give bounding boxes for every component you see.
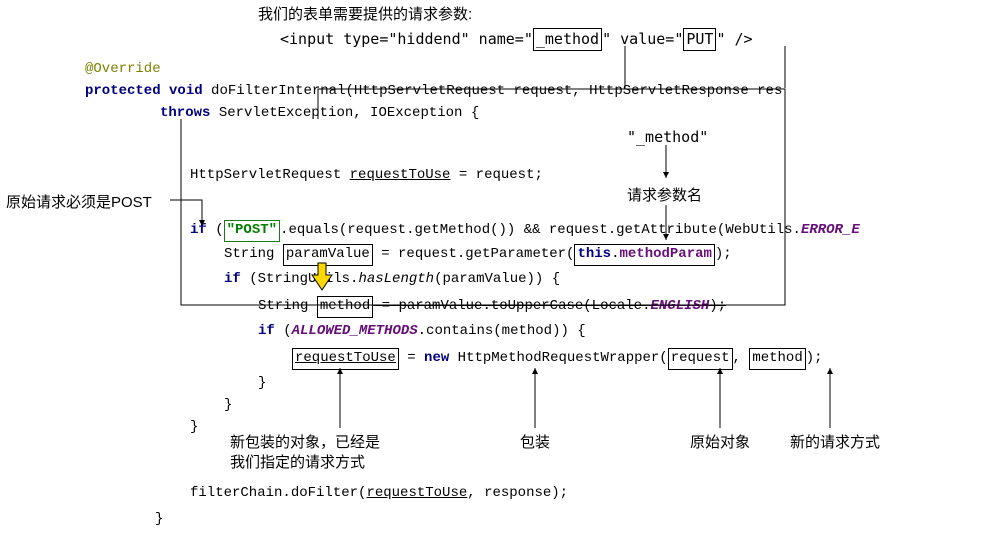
param-value-line: String paramValue = request.getParameter… bbox=[224, 244, 732, 266]
param-name-label: 请求参数名 bbox=[627, 185, 702, 206]
request-to-use-box: requestToUse bbox=[292, 348, 399, 370]
override-annotation: @Override bbox=[85, 60, 161, 80]
method-signature: protected void doFilterInternal(HttpServ… bbox=[85, 82, 782, 102]
brace-1: } bbox=[258, 374, 266, 394]
new-method-label: 新的请求方式 bbox=[790, 432, 880, 453]
wrapped-obj-label-1: 新包装的对象，已经是 bbox=[230, 432, 380, 453]
param-value-box: paramValue bbox=[283, 244, 373, 266]
brace-2: } bbox=[224, 396, 232, 416]
dofilter-line: filterChain.doFilter(requestToUse, respo… bbox=[190, 484, 568, 504]
input-tag: <input type="hiddend" name="_method" val… bbox=[280, 28, 753, 51]
request-box: request bbox=[668, 348, 733, 370]
input-prefix: <input type="hiddend" name=" bbox=[280, 30, 533, 48]
throws-line: throws ServletException, IOException { bbox=[160, 104, 479, 124]
request-to-use-decl: HttpServletRequest requestToUse = reques… bbox=[190, 166, 543, 186]
if-allowed-line: if (ALLOWED_METHODS.contains(method)) { bbox=[258, 322, 586, 342]
input-suffix: " /> bbox=[716, 30, 752, 48]
input-method-box: _method bbox=[533, 28, 602, 51]
must-post-label: 原始请求必须是POST bbox=[6, 192, 152, 213]
method-var-line: String method = paramValue.toUpperCase(L… bbox=[258, 296, 726, 318]
wrap-label: 包装 bbox=[520, 432, 550, 453]
method-param-box: this.methodParam bbox=[574, 244, 714, 266]
wrapped-obj-label-2: 我们指定的请求方式 bbox=[230, 452, 365, 473]
method-arg-box: method bbox=[749, 348, 805, 370]
if-haslength-line: if (StringUtils.hasLength(paramValue)) { bbox=[224, 270, 560, 290]
input-mid: " value=" bbox=[602, 30, 683, 48]
brace-4: } bbox=[155, 510, 163, 530]
input-put-box: PUT bbox=[683, 28, 716, 51]
form-note: 我们的表单需要提供的请求参数: bbox=[258, 4, 472, 25]
orig-obj-label: 原始对象 bbox=[690, 432, 750, 453]
if-post-line: if ("POST".equals(request.getMethod()) &… bbox=[190, 220, 860, 242]
wrapper-line: requestToUse = new HttpMethodRequestWrap… bbox=[292, 348, 823, 370]
method-string-label: "_method" bbox=[627, 127, 708, 148]
brace-3: } bbox=[190, 418, 198, 438]
method-box: method bbox=[317, 296, 373, 318]
